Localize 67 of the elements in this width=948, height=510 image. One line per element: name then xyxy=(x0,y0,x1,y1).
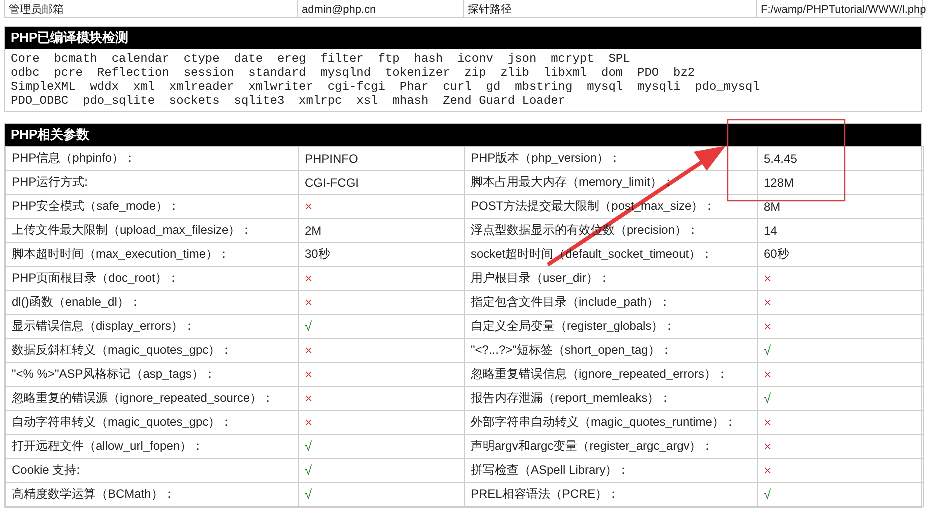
status-mark: × xyxy=(298,338,464,362)
setting-label: 声明argv和argc变量（register_argc_argv）： xyxy=(464,434,758,458)
status-mark: × xyxy=(758,410,924,434)
setting-label: 外部字符串自动转义（magic_quotes_runtime）： xyxy=(464,410,758,434)
status-mark: × xyxy=(298,290,464,314)
setting-label: 打开远程文件（allow_url_fopen）： xyxy=(6,434,298,458)
status-mark: √ xyxy=(758,338,924,362)
setting-value: 5.4.45 xyxy=(758,146,924,170)
setting-label: 自定义全局变量（register_globals）： xyxy=(464,314,758,338)
status-mark: × xyxy=(758,434,924,458)
setting-label: "<% %>"ASP风格标记（asp_tags）： xyxy=(6,362,298,386)
status-mark: √ xyxy=(298,458,464,482)
setting-label: PHP安全模式（safe_mode）： xyxy=(6,194,298,218)
setting-label: PREL相容语法（PCRE）： xyxy=(464,482,758,506)
setting-label: 管理员邮箱 xyxy=(4,0,298,18)
status-mark: × xyxy=(298,266,464,290)
setting-label: PHP版本（php_version）： xyxy=(464,146,758,170)
setting-value: 60秒 xyxy=(758,242,924,266)
setting-label: 拼写检查（ASpell Library）： xyxy=(464,458,758,482)
status-mark: × xyxy=(298,194,464,218)
setting-label: dl()函数（enable_dl）： xyxy=(6,290,298,314)
setting-label: Cookie 支持: xyxy=(6,458,298,482)
status-mark: × xyxy=(758,290,924,314)
status-mark: √ xyxy=(758,386,924,410)
section-title: PHP已编译模块检测 xyxy=(5,27,921,49)
setting-label: 报告内存泄漏（report_memleaks）： xyxy=(464,386,758,410)
setting-label: 忽略重复的错误源（ignore_repeated_source）： xyxy=(6,386,298,410)
setting-label: 脚本超时时间（max_execution_time）： xyxy=(6,242,298,266)
setting-label: 浮点型数据显示的有效位数（precision）： xyxy=(464,218,758,242)
setting-label: 自动字符串转义（magic_quotes_gpc）： xyxy=(6,410,298,434)
setting-label: 指定包含文件目录（include_path）： xyxy=(464,290,758,314)
setting-label: 高精度数学运算（BCMath）： xyxy=(6,482,298,506)
setting-label: PHP页面根目录（doc_root）： xyxy=(6,266,298,290)
module-list-line: PDO_ODBC pdo_sqlite sockets sqlite3 xmlrpc xsl mhash Zend Guard Loader xyxy=(11,94,566,108)
status-mark: × xyxy=(758,362,924,386)
setting-label: 用户根目录（user_dir）： xyxy=(464,266,758,290)
status-mark: × xyxy=(298,386,464,410)
setting-value: PHPINFO xyxy=(298,146,464,170)
setting-value: admin@php.cn xyxy=(298,0,464,18)
status-mark: × xyxy=(298,362,464,386)
status-mark: √ xyxy=(758,482,924,506)
setting-value: 14 xyxy=(758,218,924,242)
setting-label: 数据反斜杠转义（magic_quotes_gpc）： xyxy=(6,338,298,362)
status-mark: √ xyxy=(298,314,464,338)
setting-label: 探针路径 xyxy=(464,0,756,18)
module-list-line: odbc pcre Reflection session standard mysqlnd tokenizer zip zlib libxml dom PDO bz2 xyxy=(11,66,696,80)
section-title: PHP相关参数 xyxy=(5,124,921,146)
module-list-line: Core bcmath calendar ctype date ereg filter ftp hash iconv json mcrypt SPL xyxy=(11,52,632,66)
setting-label: 脚本占用最大内存（memory_limit）： xyxy=(464,170,758,194)
setting-value: 30秒 xyxy=(298,242,464,266)
status-mark: √ xyxy=(298,482,464,506)
setting-value: 128M xyxy=(758,170,924,194)
setting-label: 显示错误信息（display_errors）： xyxy=(6,314,298,338)
setting-label: 上传文件最大限制（upload_max_filesize）： xyxy=(6,218,298,242)
status-mark: √ xyxy=(298,434,464,458)
setting-value: 2M xyxy=(298,218,464,242)
status-mark: × xyxy=(758,458,924,482)
status-mark: × xyxy=(758,314,924,338)
setting-label: 忽略重复错误信息（ignore_repeated_errors）： xyxy=(464,362,758,386)
setting-label: PHP信息（phpinfo）： xyxy=(6,146,298,170)
setting-label: PHP运行方式: xyxy=(6,170,298,194)
status-mark: × xyxy=(758,266,924,290)
setting-label: "<?...?>"短标签（short_open_tag）： xyxy=(464,338,758,362)
setting-value: 8M xyxy=(758,194,924,218)
status-mark: × xyxy=(298,410,464,434)
setting-value: CGI-FCGI xyxy=(298,170,464,194)
module-list-line: SimpleXML wddx xml xmlreader xmlwriter cgi-fcgi Phar curl gd mbstring mysql mysqli pdo_mysql xyxy=(11,80,761,94)
